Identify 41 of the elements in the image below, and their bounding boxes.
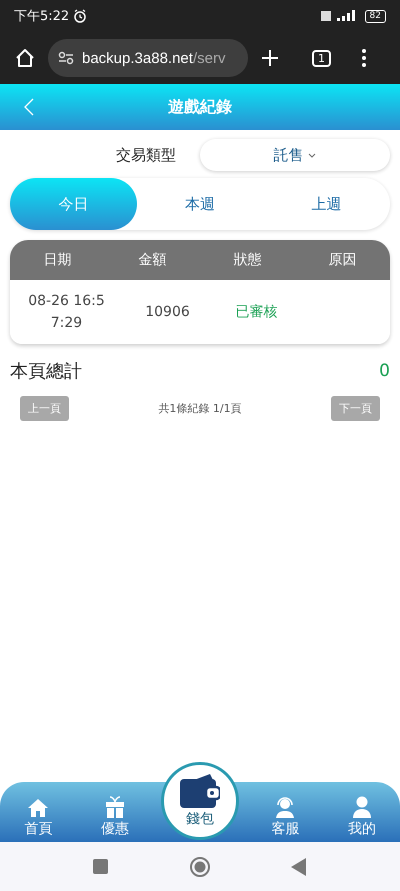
tab-count-button[interactable]: 1	[312, 50, 331, 66]
back-icon[interactable]	[24, 98, 34, 116]
status-time: 下午5:22	[14, 8, 70, 25]
column-header: 金額	[138, 251, 168, 269]
column-header: 日期	[42, 251, 72, 269]
nav-item[interactable]: 首頁	[0, 798, 76, 838]
column-header: 狀態	[232, 251, 262, 269]
chevron-down-icon	[308, 152, 316, 158]
type-dropdown[interactable]: 託售	[200, 139, 390, 171]
table-cell-text: 08-26 16:57:29	[27, 292, 106, 333]
back-triangle-icon[interactable]	[291, 858, 307, 876]
nav-item[interactable]: 客服	[247, 796, 324, 838]
wallet-nav-button[interactable]: 錢包	[161, 762, 239, 840]
alarm-icon	[73, 9, 88, 23]
url-text: backup.3a88.net/serv	[82, 50, 226, 66]
home-button-icon[interactable]	[189, 856, 211, 878]
gift-icon	[104, 796, 125, 818]
filter-label: 交易類型	[116, 146, 176, 164]
recents-icon[interactable]	[93, 858, 109, 874]
period-tab[interactable]: 今日	[10, 178, 137, 230]
person-icon	[352, 796, 372, 818]
nav-item[interactable]: 我的	[324, 796, 400, 838]
column-header: 原因	[328, 251, 358, 269]
home-icon[interactable]	[14, 47, 36, 69]
address-bar[interactable]: backup.3a88.net/serv	[48, 39, 248, 77]
page-title: 遊戲紀錄	[168, 96, 232, 118]
summary-label: 本頁總計	[10, 360, 82, 383]
plus-icon[interactable]	[260, 48, 280, 68]
battery-indicator: 82	[364, 10, 386, 22]
site-settings-icon[interactable]	[58, 51, 74, 65]
more-icon[interactable]	[361, 48, 367, 68]
period-tab[interactable]: 本週	[136, 178, 264, 230]
table-cell-text: 10906	[144, 304, 191, 320]
wallet-icon	[180, 774, 220, 808]
nav-item[interactable]: 優惠	[76, 796, 153, 838]
period-tab[interactable]: 上週	[263, 178, 390, 230]
summary-value: 0	[379, 361, 390, 381]
home-icon	[28, 798, 48, 818]
table-cell-text: 已審核	[234, 303, 278, 321]
page-info: 共1條紀錄 1/1頁	[158, 401, 242, 416]
headset-agent-icon	[274, 796, 296, 818]
